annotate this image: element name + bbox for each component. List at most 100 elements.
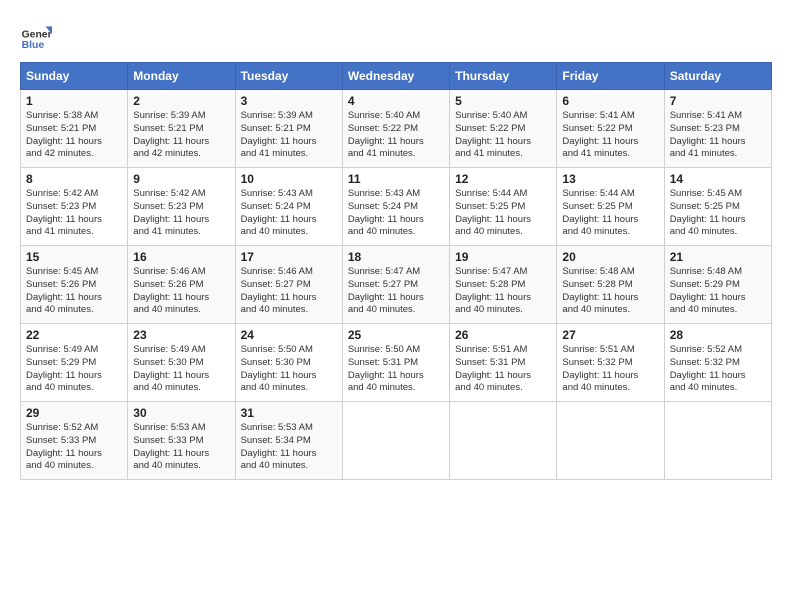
weekday-header-sunday: Sunday xyxy=(21,63,128,90)
day-info: Sunrise: 5:46 AM Sunset: 5:26 PM Dayligh… xyxy=(133,266,229,317)
calendar-cell: 18 Sunrise: 5:47 AM Sunset: 5:27 PM Dayli… xyxy=(342,246,449,324)
day-number: 3 xyxy=(241,94,337,108)
day-number: 31 xyxy=(241,406,337,420)
calendar-cell: 19 Sunrise: 5:47 AM Sunset: 5:28 PM Dayli… xyxy=(450,246,557,324)
day-number: 11 xyxy=(348,172,444,186)
day-number: 12 xyxy=(455,172,551,186)
day-number: 9 xyxy=(133,172,229,186)
day-number: 22 xyxy=(26,328,122,342)
day-info: Sunrise: 5:39 AM Sunset: 5:21 PM Dayligh… xyxy=(133,110,229,161)
day-number: 28 xyxy=(670,328,766,342)
day-info: Sunrise: 5:48 AM Sunset: 5:28 PM Dayligh… xyxy=(562,266,658,317)
calendar-cell: 30Sunrise: 5:53 AM Sunset: 5:33 PM Dayli… xyxy=(128,402,235,480)
day-info: Sunrise: 5:39 AM Sunset: 5:21 PM Dayligh… xyxy=(241,110,337,161)
day-number: 29 xyxy=(26,406,122,420)
page-header: General Blue xyxy=(20,20,772,52)
day-info: Sunrise: 5:41 AM Sunset: 5:23 PM Dayligh… xyxy=(670,110,766,161)
day-info: Sunrise: 5:40 AM Sunset: 5:22 PM Dayligh… xyxy=(455,110,551,161)
day-number: 27 xyxy=(562,328,658,342)
day-number: 4 xyxy=(348,94,444,108)
calendar-cell: 8Sunrise: 5:42 AM Sunset: 5:23 PM Daylig… xyxy=(21,168,128,246)
calendar-cell: 4 Sunrise: 5:40 AM Sunset: 5:22 PM Daylig… xyxy=(342,90,449,168)
day-number: 13 xyxy=(562,172,658,186)
calendar-cell: 27 Sunrise: 5:51 AM Sunset: 5:32 PM Dayli… xyxy=(557,324,664,402)
day-info: Sunrise: 5:45 AM Sunset: 5:25 PM Dayligh… xyxy=(670,188,766,239)
calendar-week-row: 8Sunrise: 5:42 AM Sunset: 5:23 PM Daylig… xyxy=(21,168,772,246)
day-number: 2 xyxy=(133,94,229,108)
calendar-week-row: 22 Sunrise: 5:49 AM Sunset: 5:29 PM Dayli… xyxy=(21,324,772,402)
weekday-header-monday: Monday xyxy=(128,63,235,90)
calendar-week-row: 29 Sunrise: 5:52 AM Sunset: 5:33 PM Dayli… xyxy=(21,402,772,480)
calendar-cell xyxy=(557,402,664,480)
weekday-header-friday: Friday xyxy=(557,63,664,90)
day-number: 23 xyxy=(133,328,229,342)
day-number: 5 xyxy=(455,94,551,108)
calendar-body: 1 Sunrise: 5:38 AM Sunset: 5:21 PM Daylig… xyxy=(21,90,772,480)
calendar-cell xyxy=(450,402,557,480)
calendar-header-row: SundayMondayTuesdayWednesdayThursdayFrid… xyxy=(21,63,772,90)
day-info: Sunrise: 5:51 AM Sunset: 5:31 PM Dayligh… xyxy=(455,344,551,395)
calendar-cell: 28 Sunrise: 5:52 AM Sunset: 5:32 PM Dayli… xyxy=(664,324,771,402)
day-number: 26 xyxy=(455,328,551,342)
day-info: Sunrise: 5:51 AM Sunset: 5:32 PM Dayligh… xyxy=(562,344,658,395)
calendar-cell: 31Sunrise: 5:53 AM Sunset: 5:34 PM Dayli… xyxy=(235,402,342,480)
logo-icon: General Blue xyxy=(20,20,52,52)
svg-text:General: General xyxy=(22,30,52,41)
calendar-cell: 20 Sunrise: 5:48 AM Sunset: 5:28 PM Dayli… xyxy=(557,246,664,324)
logo: General Blue xyxy=(20,20,56,52)
day-number: 19 xyxy=(455,250,551,264)
calendar-cell: 9 Sunrise: 5:42 AM Sunset: 5:23 PM Daylig… xyxy=(128,168,235,246)
day-info: Sunrise: 5:44 AM Sunset: 5:25 PM Dayligh… xyxy=(455,188,551,239)
day-number: 16 xyxy=(133,250,229,264)
day-info: Sunrise: 5:46 AM Sunset: 5:27 PM Dayligh… xyxy=(241,266,337,317)
day-info: Sunrise: 5:45 AM Sunset: 5:26 PM Dayligh… xyxy=(26,266,122,317)
day-info: Sunrise: 5:48 AM Sunset: 5:29 PM Dayligh… xyxy=(670,266,766,317)
day-number: 6 xyxy=(562,94,658,108)
day-number: 20 xyxy=(562,250,658,264)
calendar-cell: 12 Sunrise: 5:44 AM Sunset: 5:25 PM Dayli… xyxy=(450,168,557,246)
day-info: Sunrise: 5:52 AM Sunset: 5:32 PM Dayligh… xyxy=(670,344,766,395)
day-info: Sunrise: 5:42 AM Sunset: 5:23 PM Dayligh… xyxy=(133,188,229,239)
day-number: 21 xyxy=(670,250,766,264)
day-info: Sunrise: 5:47 AM Sunset: 5:28 PM Dayligh… xyxy=(455,266,551,317)
day-number: 18 xyxy=(348,250,444,264)
day-info: Sunrise: 5:38 AM Sunset: 5:21 PM Dayligh… xyxy=(26,110,122,161)
day-info: Sunrise: 5:49 AM Sunset: 5:29 PM Dayligh… xyxy=(26,344,122,395)
calendar-cell: 6Sunrise: 5:41 AM Sunset: 5:22 PM Daylig… xyxy=(557,90,664,168)
weekday-header-wednesday: Wednesday xyxy=(342,63,449,90)
day-info: Sunrise: 5:44 AM Sunset: 5:25 PM Dayligh… xyxy=(562,188,658,239)
day-info: Sunrise: 5:50 AM Sunset: 5:31 PM Dayligh… xyxy=(348,344,444,395)
calendar-cell: 26 Sunrise: 5:51 AM Sunset: 5:31 PM Dayli… xyxy=(450,324,557,402)
day-info: Sunrise: 5:52 AM Sunset: 5:33 PM Dayligh… xyxy=(26,422,122,473)
calendar-table: SundayMondayTuesdayWednesdayThursdayFrid… xyxy=(20,62,772,480)
calendar-cell: 3 Sunrise: 5:39 AM Sunset: 5:21 PM Daylig… xyxy=(235,90,342,168)
day-info: Sunrise: 5:47 AM Sunset: 5:27 PM Dayligh… xyxy=(348,266,444,317)
calendar-cell: 2 Sunrise: 5:39 AM Sunset: 5:21 PM Daylig… xyxy=(128,90,235,168)
calendar-cell: 15Sunrise: 5:45 AM Sunset: 5:26 PM Dayli… xyxy=(21,246,128,324)
calendar-cell: 1 Sunrise: 5:38 AM Sunset: 5:21 PM Daylig… xyxy=(21,90,128,168)
calendar-cell: 22 Sunrise: 5:49 AM Sunset: 5:29 PM Dayli… xyxy=(21,324,128,402)
day-number: 10 xyxy=(241,172,337,186)
calendar-cell: 10Sunrise: 5:43 AM Sunset: 5:24 PM Dayli… xyxy=(235,168,342,246)
day-info: Sunrise: 5:53 AM Sunset: 5:33 PM Dayligh… xyxy=(133,422,229,473)
svg-text:Blue: Blue xyxy=(22,40,45,51)
weekday-header-tuesday: Tuesday xyxy=(235,63,342,90)
day-number: 1 xyxy=(26,94,122,108)
calendar-cell: 23Sunrise: 5:49 AM Sunset: 5:30 PM Dayli… xyxy=(128,324,235,402)
day-info: Sunrise: 5:40 AM Sunset: 5:22 PM Dayligh… xyxy=(348,110,444,161)
calendar-week-row: 15Sunrise: 5:45 AM Sunset: 5:26 PM Dayli… xyxy=(21,246,772,324)
day-number: 7 xyxy=(670,94,766,108)
calendar-cell: 13 Sunrise: 5:44 AM Sunset: 5:25 PM Dayli… xyxy=(557,168,664,246)
weekday-header-thursday: Thursday xyxy=(450,63,557,90)
calendar-cell xyxy=(664,402,771,480)
calendar-cell: 21 Sunrise: 5:48 AM Sunset: 5:29 PM Dayli… xyxy=(664,246,771,324)
calendar-cell: 16 Sunrise: 5:46 AM Sunset: 5:26 PM Dayli… xyxy=(128,246,235,324)
day-info: Sunrise: 5:42 AM Sunset: 5:23 PM Dayligh… xyxy=(26,188,122,239)
weekday-header-saturday: Saturday xyxy=(664,63,771,90)
day-number: 14 xyxy=(670,172,766,186)
day-info: Sunrise: 5:50 AM Sunset: 5:30 PM Dayligh… xyxy=(241,344,337,395)
day-number: 17 xyxy=(241,250,337,264)
calendar-cell: 5 Sunrise: 5:40 AM Sunset: 5:22 PM Daylig… xyxy=(450,90,557,168)
calendar-cell: 17 Sunrise: 5:46 AM Sunset: 5:27 PM Dayli… xyxy=(235,246,342,324)
calendar-cell: 7 Sunrise: 5:41 AM Sunset: 5:23 PM Daylig… xyxy=(664,90,771,168)
